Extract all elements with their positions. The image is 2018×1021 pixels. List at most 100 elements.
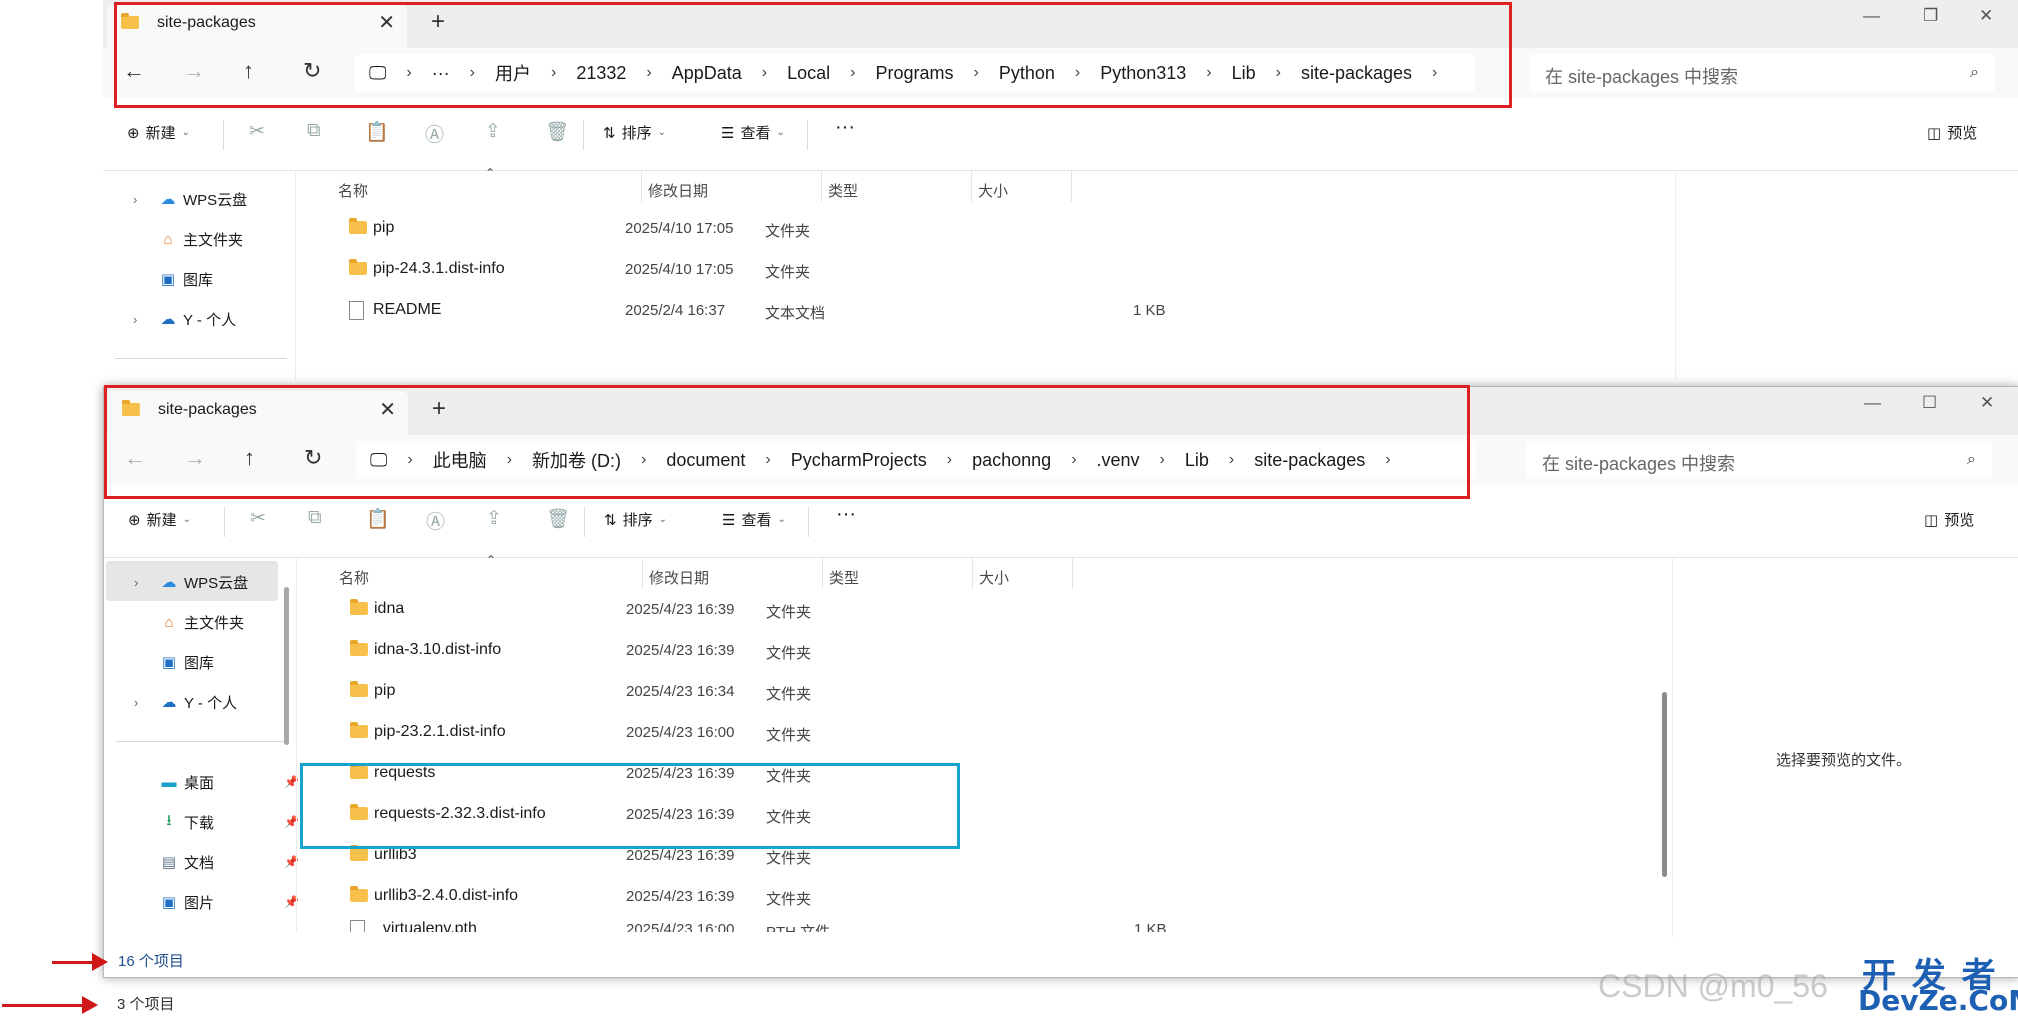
chevron-down-icon: ⌄ bbox=[181, 127, 190, 138]
file-date: 2025/4/23 16:39 bbox=[626, 601, 735, 618]
new-label: 新建 bbox=[146, 512, 177, 529]
sidebar-item-pictures[interactable]: ▣ 图片 📌 bbox=[134, 887, 299, 917]
column-divider[interactable] bbox=[1071, 170, 1072, 202]
pane-divider bbox=[1672, 557, 1673, 937]
toolbar-divider bbox=[583, 120, 584, 150]
column-header-name[interactable]: 名称 bbox=[338, 180, 368, 201]
column-header-size[interactable]: 大小 bbox=[978, 180, 1008, 201]
folder-icon bbox=[349, 259, 367, 275]
column-header-row: 名称 ⌃ 修改日期 类型 大小 bbox=[103, 166, 1403, 210]
rename-icon[interactable]: Ⓐ bbox=[425, 120, 444, 147]
copy-icon[interactable]: ⧉ bbox=[307, 120, 321, 142]
sidebar-item-home[interactable]: ⌂ 主文件夹 bbox=[134, 607, 244, 637]
command-bar: ⊕ 新建 ⌄ ✂ ⧉ 📋 Ⓐ ⇪ 🗑 ⇅ 排序 ⌄ ☰ 查看 ⌄ ··· ◫ 预… bbox=[103, 98, 2018, 171]
column-divider[interactable] bbox=[972, 557, 973, 589]
annotation-arrow-icon bbox=[2, 996, 98, 1014]
search-input[interactable]: 在 site-packages 中搜索 ⌕ bbox=[1526, 441, 1992, 479]
gallery-icon: ▣ bbox=[161, 654, 177, 671]
file-name: README bbox=[373, 301, 442, 318]
file-row[interactable]: pip 2025/4/10 17:05 文件夹 bbox=[323, 209, 1373, 249]
close-window-button[interactable]: ✕ bbox=[1980, 393, 1994, 413]
folder-icon bbox=[350, 722, 368, 738]
view-button[interactable]: ☰ 查看 ⌄ bbox=[722, 509, 786, 530]
preview-pane-button[interactable]: ◫ 预览 bbox=[1927, 122, 1977, 143]
close-window-button[interactable]: ✕ bbox=[1979, 6, 1993, 26]
file-date: 2025/4/10 17:05 bbox=[625, 220, 734, 237]
sidebar-item-onedrive[interactable]: › ☁ Y - 个人 bbox=[134, 687, 237, 717]
column-header-size[interactable]: 大小 bbox=[979, 567, 1009, 588]
file-name: urllib3-2.4.0.dist-info bbox=[374, 887, 519, 904]
sidebar-item-downloads[interactable]: ⭳ 下载 📌 bbox=[134, 807, 299, 837]
column-divider[interactable] bbox=[642, 557, 643, 589]
sidebar-item-gallery[interactable]: ▣ 图库 bbox=[133, 264, 213, 294]
new-button[interactable]: ⊕ 新建 ⌄ bbox=[128, 509, 191, 530]
copy-icon[interactable]: ⧉ bbox=[308, 507, 322, 529]
column-header-name[interactable]: 名称 bbox=[339, 567, 369, 588]
column-divider[interactable] bbox=[822, 557, 823, 589]
sort-button[interactable]: ⇅ 排序 ⌄ bbox=[604, 509, 667, 530]
file-name: idna-3.10.dist-info bbox=[374, 641, 502, 658]
file-list-scrollbar[interactable] bbox=[1662, 692, 1667, 877]
file-row[interactable]: README 2025/2/4 16:37 文本文档 1 KB bbox=[323, 291, 1373, 331]
column-divider[interactable] bbox=[821, 170, 822, 202]
sidebar-item-documents[interactable]: ▤ 文档 📌 bbox=[134, 847, 299, 877]
file-name: pip-23.2.1.dist-info bbox=[374, 723, 506, 740]
rename-icon[interactable]: Ⓐ bbox=[426, 507, 445, 534]
chevron-right-icon[interactable]: › bbox=[134, 695, 148, 710]
column-header-date[interactable]: 修改日期 bbox=[649, 567, 709, 588]
minimize-button[interactable]: — bbox=[1863, 6, 1880, 26]
sort-icon: ⇅ bbox=[604, 511, 617, 529]
chevron-right-icon[interactable]: › bbox=[133, 312, 147, 327]
gallery-icon: ▣ bbox=[160, 271, 176, 288]
sidebar-scrollbar[interactable] bbox=[284, 587, 289, 745]
file-type: 文本文档 bbox=[765, 305, 826, 322]
share-icon[interactable]: ⇪ bbox=[485, 120, 501, 143]
chevron-down-icon: ⌄ bbox=[182, 514, 191, 525]
annotation-red-box bbox=[114, 2, 1512, 108]
paste-icon[interactable]: 📋 bbox=[365, 120, 389, 144]
delete-icon[interactable]: 🗑 bbox=[546, 507, 570, 531]
file-row[interactable]: urllib3-2.4.0.dist-info 2025/4/23 16:39 … bbox=[324, 877, 1374, 917]
column-divider[interactable] bbox=[971, 170, 972, 202]
file-type: 文件夹 bbox=[765, 223, 811, 240]
file-size: 1 KB bbox=[1133, 302, 1166, 319]
preview-pane-button[interactable]: ◫ 预览 bbox=[1924, 509, 1974, 530]
view-button[interactable]: ☰ 查看 ⌄ bbox=[721, 122, 785, 143]
column-divider[interactable] bbox=[641, 170, 642, 202]
share-icon[interactable]: ⇪ bbox=[486, 507, 502, 530]
column-header-date[interactable]: 修改日期 bbox=[648, 180, 708, 201]
cut-icon[interactable]: ✂ bbox=[249, 120, 265, 143]
column-divider[interactable] bbox=[1072, 557, 1073, 589]
file-row[interactable]: idna 2025/4/23 16:39 文件夹 bbox=[324, 590, 1374, 630]
download-icon: ⭳ bbox=[166, 811, 172, 829]
new-button[interactable]: ⊕ 新建 ⌄ bbox=[127, 122, 190, 143]
sidebar-item-label: 图片 bbox=[184, 894, 215, 912]
file-row[interactable]: _virtualenv.pth 2025/4/23 16:00 PTH 文件 1… bbox=[324, 918, 1374, 932]
sort-label: 排序 bbox=[621, 125, 652, 142]
sidebar-item-desktop[interactable]: ▬ 桌面 📌 bbox=[134, 767, 299, 797]
more-options-button[interactable]: ··· bbox=[835, 116, 855, 139]
plus-circle-icon: ⊕ bbox=[128, 511, 141, 529]
restore-button[interactable]: ❐ bbox=[1923, 6, 1938, 26]
sidebar-item-onedrive[interactable]: › ☁ Y - 个人 bbox=[133, 304, 236, 334]
more-options-button[interactable]: ··· bbox=[836, 503, 856, 526]
search-input[interactable]: 在 site-packages 中搜索 ⌕ bbox=[1529, 54, 1995, 92]
sidebar-item-home[interactable]: ⌂ 主文件夹 bbox=[133, 224, 243, 254]
file-type: 文件夹 bbox=[766, 850, 812, 867]
document-icon: ▤ bbox=[161, 854, 177, 871]
column-header-type[interactable]: 类型 bbox=[828, 180, 858, 201]
sort-button[interactable]: ⇅ 排序 ⌄ bbox=[603, 122, 666, 143]
minimize-button[interactable]: — bbox=[1864, 393, 1881, 413]
sidebar-item-gallery[interactable]: ▣ 图库 bbox=[134, 647, 214, 677]
maximize-button[interactable]: ☐ bbox=[1922, 393, 1937, 413]
column-header-type[interactable]: 类型 bbox=[829, 567, 859, 588]
chevron-down-icon: ⌄ bbox=[777, 514, 786, 525]
sort-ascending-icon: ⌃ bbox=[485, 166, 496, 180]
cut-icon[interactable]: ✂ bbox=[250, 507, 266, 530]
file-row[interactable]: pip-23.2.1.dist-info 2025/4/23 16:00 文件夹 bbox=[324, 713, 1374, 753]
delete-icon[interactable]: 🗑 bbox=[545, 120, 569, 144]
paste-icon[interactable]: 📋 bbox=[366, 507, 390, 531]
file-row[interactable]: idna-3.10.dist-info 2025/4/23 16:39 文件夹 bbox=[324, 631, 1374, 671]
file-row[interactable]: pip 2025/4/23 16:34 文件夹 bbox=[324, 672, 1374, 712]
file-row[interactable]: pip-24.3.1.dist-info 2025/4/10 17:05 文件夹 bbox=[323, 250, 1373, 290]
